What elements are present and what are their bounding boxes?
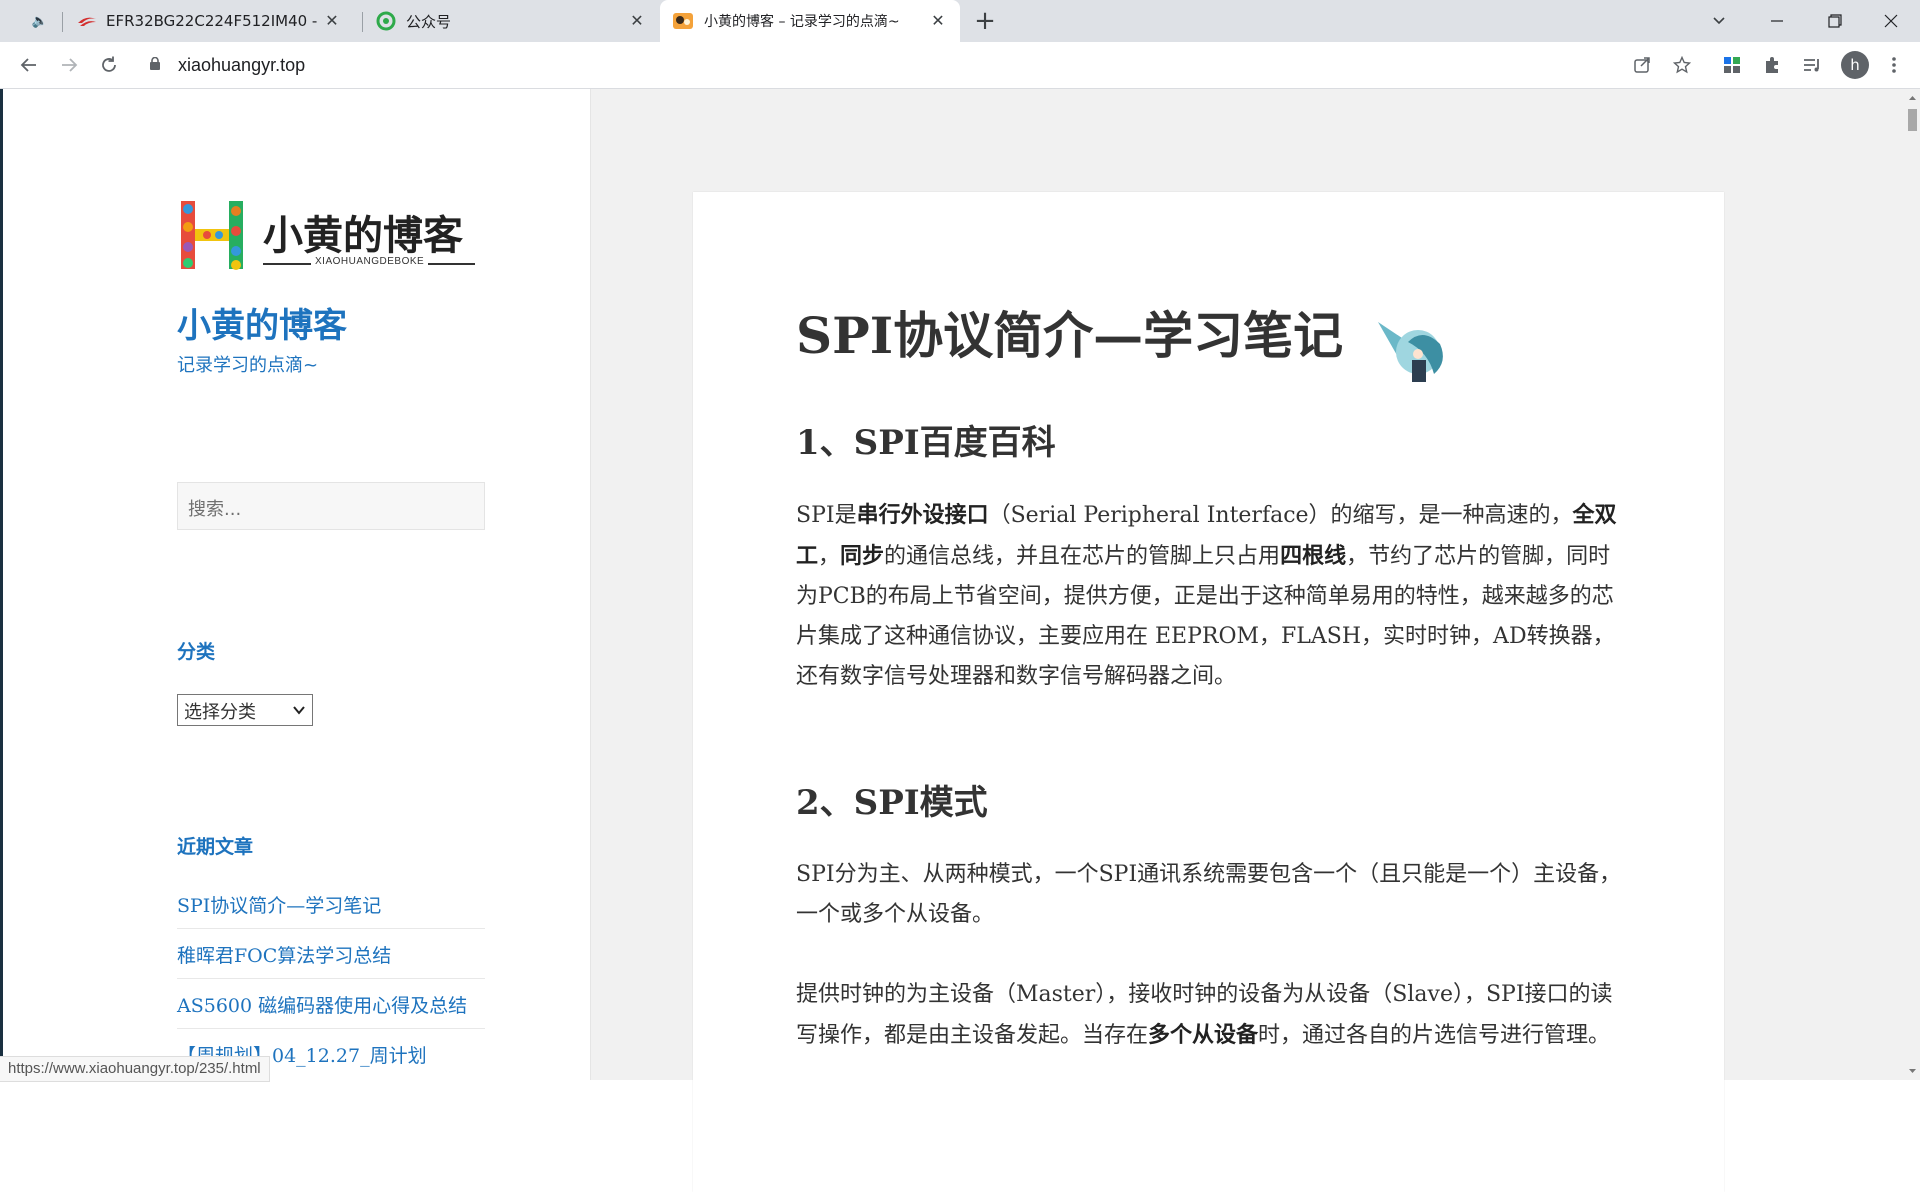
close-icon[interactable]: ✕ (627, 11, 647, 31)
site-favicon (673, 13, 693, 29)
scroll-up-icon[interactable] (1905, 91, 1920, 105)
share-button[interactable] (1628, 51, 1656, 79)
reload-button[interactable] (94, 50, 124, 80)
star-icon (1672, 55, 1692, 74)
categories-widget-title: 分类 (177, 641, 216, 663)
back-arrow-icon (20, 58, 36, 72)
section-heading-2: 2、SPI模式 (796, 783, 988, 823)
url-text: xiaohuangyr.top (178, 54, 306, 75)
restore-icon (1828, 14, 1842, 28)
tab-blog[interactable]: 小黄的博客 – 记录学习的点滴~ ✕ (660, 0, 960, 42)
share-icon (1634, 57, 1650, 73)
speaker-icon: 🔈 (31, 13, 49, 29)
back-button[interactable] (14, 50, 44, 80)
recent-post-link[interactable]: AS5600 磁编码器使用心得及总结 (177, 991, 485, 1029)
close-window-button[interactable] (1862, 0, 1920, 42)
tab-wechat[interactable]: 公众号 ✕ (364, 0, 659, 42)
minimize-icon (1771, 20, 1783, 22)
recent-post-link[interactable]: SPI协议简介—学习笔记 (177, 891, 485, 929)
section-heading-1: 1、SPI百度百科 (796, 423, 1056, 463)
search-input[interactable]: 搜索... (177, 482, 485, 530)
select-value: 选择分类 (184, 702, 256, 723)
tab-divider (362, 12, 363, 32)
scrollbar-thumb[interactable] (1908, 109, 1917, 131)
tab-title: 小黄的博客 – 记录学习的点滴~ (704, 14, 900, 30)
plus-icon: + (974, 6, 996, 36)
silabs-icon (78, 17, 96, 26)
profile-avatar[interactable]: h (1841, 51, 1869, 79)
logo-h-icon (181, 201, 243, 270)
tab-strip: 🔈 EFR32BG22C224F512IM40 - Si ✕ 公众号 ✕ 小黄的… (0, 0, 1920, 42)
tab-title: 公众号 (406, 12, 452, 31)
address-bar[interactable]: xiaohuangyr.top (140, 48, 1680, 82)
restore-button[interactable] (1806, 0, 1864, 42)
chevron-down-icon (1713, 17, 1725, 25)
logo-subtext: XIAOHUANGDEBOKE (311, 256, 429, 267)
close-icon (1884, 14, 1898, 28)
browser-menu-button[interactable] (1880, 51, 1908, 79)
chevron-down-icon (293, 706, 305, 715)
minimize-button[interactable] (1748, 0, 1806, 42)
paragraph-3: 提供时钟的为主设备（Master），接收时钟的设备为从设备（Slave），SPI… (796, 982, 1613, 1048)
tab-efr32[interactable]: EFR32BG22C224F512IM40 - Si ✕ (64, 0, 354, 42)
logo-text: 小黄的博客 (263, 213, 463, 259)
new-tab-button[interactable]: + (970, 0, 1000, 42)
forward-button[interactable] (54, 50, 84, 80)
site-title[interactable]: 小黄的博客 (177, 298, 347, 347)
puzzle-icon (1766, 57, 1778, 73)
avatar-letter: h (1850, 56, 1860, 74)
media-list-icon (1804, 59, 1819, 72)
paragraph-2: SPI分为主、从两种模式，一个SPI通讯系统需要包含一个（且只能是一个）主设备，… (796, 862, 1622, 927)
tab-search-button[interactable] (1690, 0, 1748, 42)
recent-post-link[interactable]: 稚晖君FOC算法学习总结 (177, 941, 485, 979)
grid-app-icon (1724, 57, 1740, 73)
close-icon[interactable]: ✕ (928, 11, 948, 31)
browser-toolbar: xiaohuangyr.top h (0, 42, 1920, 89)
paragraph-1: SPI是串行外设接口（Serial Peripheral Interface）的… (796, 502, 1617, 689)
site-description: 记录学习的点滴~ (177, 355, 319, 376)
bookmark-button[interactable] (1668, 51, 1696, 79)
tab-title: EFR32BG22C224F512IM40 - Si (106, 12, 321, 30)
tab-divider (62, 12, 63, 32)
mascot-icon (1378, 322, 1443, 382)
mute-tab-button[interactable]: 🔈 (20, 0, 60, 42)
lock-icon (150, 57, 160, 70)
wechat-icon (376, 11, 396, 31)
extension-button[interactable] (1718, 51, 1746, 79)
link-status-bar: https://www.xiaohuangyr.top/235/.html (0, 1056, 270, 1082)
site-logo[interactable]: 小黄的博客 XIAOHUANGDEBOKE (177, 197, 477, 273)
reading-list-button[interactable] (1798, 51, 1826, 79)
close-icon[interactable]: ✕ (322, 11, 342, 31)
page-scrollbar[interactable] (1905, 89, 1920, 1080)
reload-icon (102, 56, 116, 72)
article-title: SPI协议简介—学习笔记 (796, 306, 1344, 365)
scroll-down-icon[interactable] (1905, 1064, 1920, 1078)
category-select[interactable]: 选择分类 (177, 694, 313, 726)
extensions-menu-button[interactable] (1758, 51, 1786, 79)
kebab-menu-icon (1892, 57, 1896, 73)
recent-posts-widget-title: 近期文章 (177, 836, 254, 858)
forward-arrow-icon (62, 58, 78, 72)
